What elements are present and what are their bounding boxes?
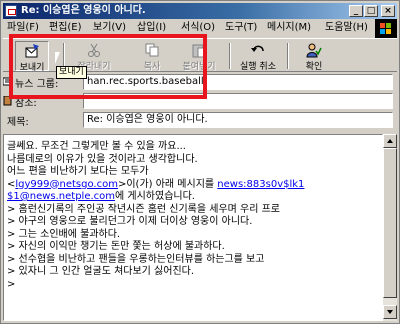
news-link[interactable]: $1@news.netple.com bbox=[7, 191, 115, 202]
paste-icon bbox=[192, 44, 206, 58]
maximize-button[interactable]: □ bbox=[364, 5, 378, 17]
email-link[interactable]: lgy999@netsgo.com bbox=[15, 179, 118, 190]
scroll-up-button[interactable] bbox=[383, 134, 397, 148]
copy-icon bbox=[145, 43, 159, 57]
close-button[interactable]: × bbox=[381, 5, 395, 17]
body-line: $1@news.netple.com에 게시하였습니다. bbox=[7, 191, 382, 204]
minimize-button[interactable]: _ bbox=[349, 5, 363, 17]
toolbar-separator bbox=[229, 43, 231, 69]
title-bar[interactable]: Re: 이승엽은 영웅이 아니다. _ □ × bbox=[3, 3, 397, 19]
newsgroups-label: 뉴스 그룹: bbox=[15, 79, 59, 90]
quoted-line: > 선수협을 비난하고 팬들을 우롱하는인터뷰를 하는그를 보고 bbox=[7, 253, 265, 265]
copy-label: 복사 bbox=[143, 62, 161, 72]
vertical-scrollbar[interactable] bbox=[383, 134, 397, 321]
cc-field[interactable] bbox=[83, 93, 393, 109]
subject-row: 제목: Re: 이승엽은 영웅이 아니다. bbox=[3, 111, 397, 129]
toolbar-separator bbox=[287, 43, 289, 69]
menu-message[interactable]: 메시지(M) bbox=[267, 21, 311, 35]
send-icon bbox=[25, 44, 39, 58]
body-line: 나름데로의 이유가 있을 것이라고 생각합니다. bbox=[7, 153, 198, 165]
quoted-line: > 야구의 영웅으로 불리던그가 이제 더이상 영웅이 아니다. bbox=[7, 216, 253, 227]
menu-help[interactable]: 도움말(H) bbox=[325, 21, 368, 35]
scroll-down-button[interactable] bbox=[383, 305, 397, 319]
check-names-icon bbox=[306, 43, 322, 58]
compose-window: Re: 이승엽은 영웅이 아니다. _ □ × 파일(F) 편집(E) 보기(V… bbox=[0, 0, 400, 324]
body-line: <lgy999@netsgo.com>이(가) 아래 메시지를 news:883… bbox=[7, 179, 382, 192]
menu-tools[interactable]: 도구(T) bbox=[225, 21, 257, 35]
news-link[interactable]: news:883s0v$lk1 bbox=[217, 179, 304, 190]
subject-label: 제목: bbox=[7, 117, 29, 128]
check-names-button[interactable]: 확인 bbox=[299, 41, 329, 72]
quoted-line: > 홈런신기록의 주인공 작년시즌 홈런 신기록을 세우며 우리 프로 bbox=[7, 203, 281, 215]
message-icon bbox=[5, 5, 17, 17]
body-text: 에 게시하였습니다. bbox=[115, 191, 195, 202]
paste-button[interactable]: 붙여넣기 bbox=[177, 41, 221, 72]
menu-view[interactable]: 보기(V) bbox=[93, 21, 126, 35]
quoted-line: > 자신의 이익만 챙기는 돈만 쫓는 허상에 불과하다. bbox=[7, 241, 225, 252]
paste-label: 붙여넣기 bbox=[182, 62, 216, 72]
window-title: Re: 이승엽은 영웅이 아니다. bbox=[21, 5, 146, 16]
menu-edit[interactable]: 편집(E) bbox=[49, 21, 82, 35]
send-button[interactable]: 보내기 bbox=[15, 41, 49, 73]
body-line: 어느 편을 비난하기 보다는 모두가 bbox=[7, 166, 149, 177]
subject-field[interactable]: Re: 이승엽은 영웅이 아니다. bbox=[83, 112, 393, 128]
body-line: 글쎄요. 무조건 그렇게만 볼 수 있을 까요... bbox=[7, 141, 186, 152]
cc-row: 참조: bbox=[3, 92, 397, 110]
scroll-thumb[interactable] bbox=[383, 148, 397, 298]
menu-file[interactable]: 파일(F) bbox=[7, 21, 39, 35]
windows-logo-icon bbox=[375, 19, 397, 39]
copy-button[interactable]: 복사 bbox=[137, 41, 167, 72]
newsgroups-field[interactable]: han.rec.sports.baseball bbox=[83, 74, 393, 90]
check-names-label: 확인 bbox=[305, 62, 323, 72]
undo-label: 실행 취소 bbox=[240, 62, 276, 72]
menu-format[interactable]: 서식(O) bbox=[181, 21, 215, 35]
quoted-line: > 있자니 그 인간 얼굴도 쳐다보기 싫어진다. bbox=[7, 266, 195, 277]
mouse-cursor-icon bbox=[54, 51, 65, 65]
quoted-line: > bbox=[7, 278, 16, 290]
send-tooltip: 보내기 bbox=[56, 66, 87, 79]
send-label: 보내기 bbox=[19, 63, 45, 73]
cut-icon bbox=[88, 43, 100, 57]
menu-bar: 파일(F) 편집(E) 보기(V) 삽입(I) 서식(O) 도구(T) 메시지(… bbox=[3, 20, 397, 36]
body-text: >이(가) 아래 메시지를 bbox=[117, 178, 218, 190]
undo-icon bbox=[251, 45, 264, 52]
undo-button[interactable]: 실행 취소 bbox=[235, 41, 281, 72]
cc-label: 참조: bbox=[15, 98, 37, 109]
quoted-line: > 그는 소인배에 불과하다. bbox=[7, 228, 121, 240]
newsgroup-icon bbox=[3, 77, 13, 86]
menu-insert[interactable]: 삽입(I) bbox=[137, 21, 166, 35]
address-book-icon bbox=[3, 96, 12, 106]
message-body[interactable]: 글쎄요. 무조건 그렇게만 볼 수 있을 까요... 나름데로의 이유가 있을 … bbox=[3, 134, 383, 321]
